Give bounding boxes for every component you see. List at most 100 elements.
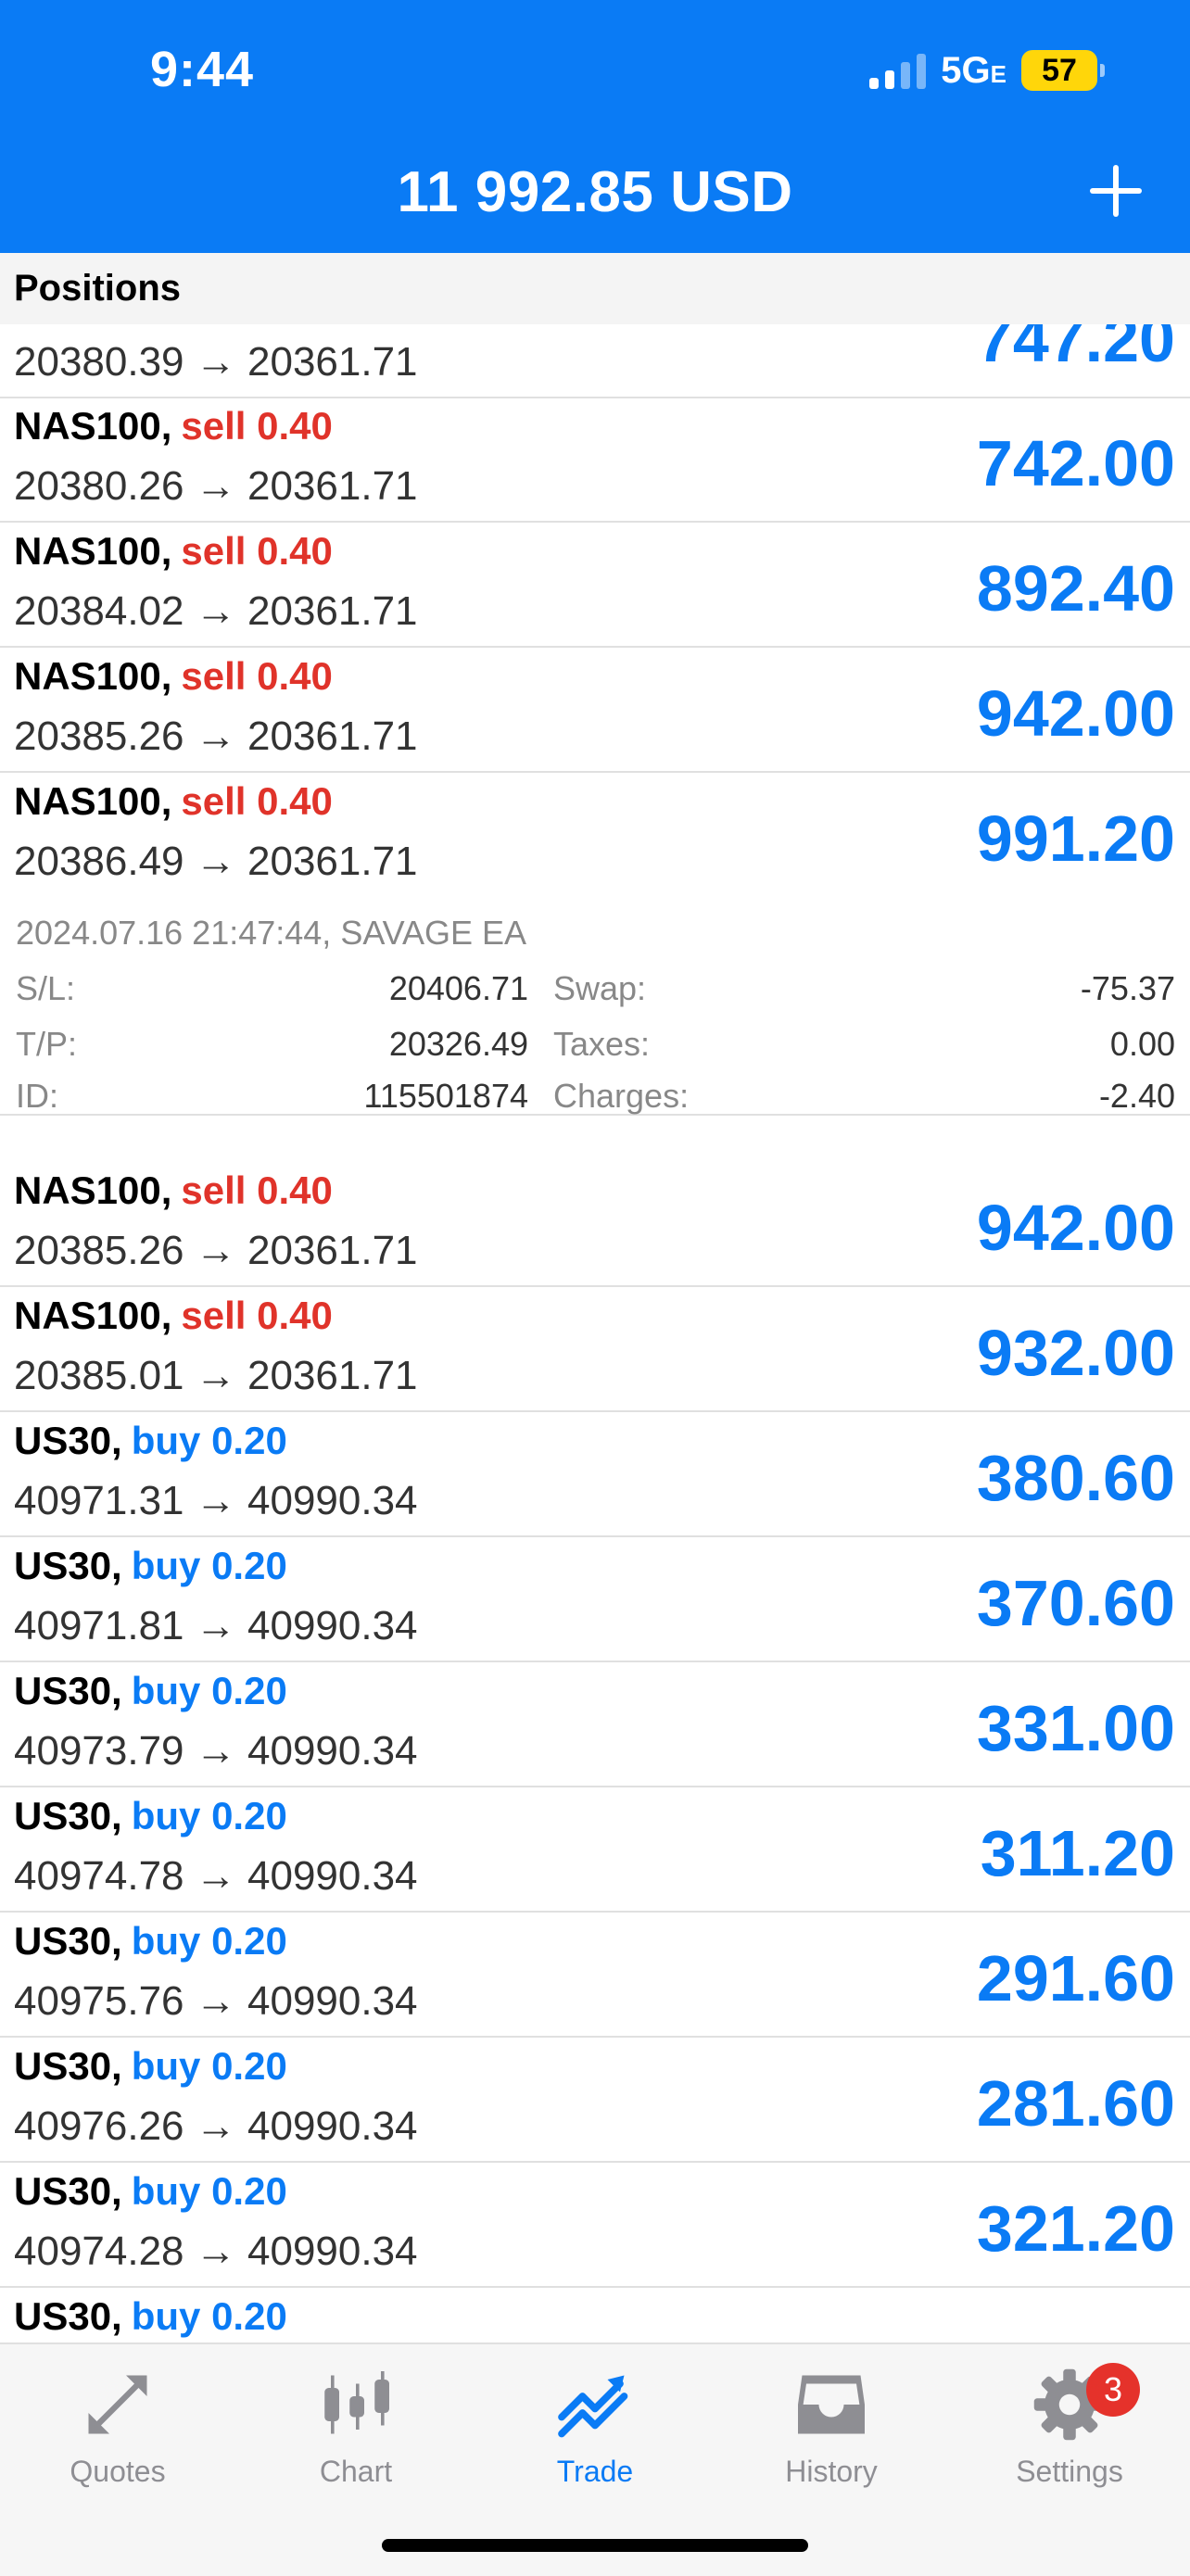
- sl-value: 20406.71: [388, 969, 528, 1007]
- position-prices: 20380.26 → 20361.71: [14, 463, 418, 509]
- position-details: 2024.07.16 21:47:44, SAVAGE EA S/L: 2040…: [0, 904, 1190, 1116]
- position-profit: 942.00: [976, 1192, 1175, 1264]
- position-prices: 20384.02 → 20361.71: [14, 588, 418, 634]
- new-order-button[interactable]: [1082, 158, 1147, 222]
- position-row[interactable]: US30, buy 0.20 40971.81 → 40990.34 370.60: [0, 1536, 1190, 1662]
- sl-label: S/L:: [16, 969, 76, 1007]
- id-value: 115501874: [363, 1077, 528, 1115]
- position-profit: 291.60: [976, 1942, 1175, 2014]
- battery-icon: 57: [1021, 50, 1105, 91]
- position-profit: 892.40: [976, 552, 1175, 625]
- position-row[interactable]: US30, buy 0.20 40975.76 → 40990.34 291.60: [0, 1912, 1190, 2038]
- position-profit: 321.20: [976, 2192, 1175, 2265]
- signal-icon: [869, 52, 927, 89]
- position-title: US30, buy 0.20: [14, 1669, 287, 1712]
- position-profit: 991.20: [976, 802, 1175, 875]
- quotes-icon: [88, 2375, 147, 2434]
- position-row[interactable]: US30, buy 0.20 40974.28 → 40990.34 321.20: [0, 2162, 1190, 2288]
- chart-candles-icon: [324, 2371, 389, 2434]
- position-title: US30, buy 0.20: [14, 2294, 287, 2338]
- position-row[interactable]: US30, buy 0.20 40973.79 → 40990.34 331.00: [0, 1661, 1190, 1787]
- position-profit: 932.00: [976, 1317, 1175, 1389]
- swap-label: Swap:: [553, 969, 647, 1007]
- position-row[interactable]: NAS100, sell 0.40 20385.26 → 20361.71 942…: [0, 1161, 1190, 1287]
- position-prices: 40971.31 → 40990.34: [14, 1478, 418, 1523]
- settings-badge: 3: [1086, 2363, 1140, 2417]
- position-profit: 747.20: [976, 324, 1175, 375]
- charges-value: -2.40: [1098, 1077, 1175, 1115]
- position-title: NAS100, sell 0.40: [14, 779, 333, 823]
- trade-icon: [558, 2375, 628, 2438]
- position-prices: 20385.26 → 20361.71: [14, 713, 418, 759]
- position-profit: 742.00: [976, 427, 1175, 499]
- swap-value: -75.37: [1080, 969, 1175, 1007]
- position-title: US30, buy 0.20: [14, 2044, 287, 2088]
- tab-label: Chart: [319, 2455, 393, 2488]
- position-row[interactable]: US30, buy 0.20 40976.26 → 40990.34 281.60: [0, 2037, 1190, 2163]
- status-time: 9:44: [150, 42, 255, 97]
- charges-label: Charges:: [553, 1077, 690, 1115]
- tp-label: T/P:: [16, 1025, 78, 1063]
- tab-label: Quotes: [70, 2455, 166, 2488]
- position-title: NAS100, sell 0.40: [14, 1168, 333, 1212]
- position-title: NAS100, sell 0.40: [14, 1294, 333, 1337]
- position-prices: 20385.26 → 20361.71: [14, 1228, 418, 1273]
- tab-bar: Quotes Chart Trade History Settings 3: [0, 2342, 1190, 2576]
- position-title: NAS100, sell 0.40: [14, 404, 333, 448]
- position-profit: 942.00: [976, 677, 1175, 750]
- position-title: US30, buy 0.20: [14, 1794, 287, 1837]
- position-row[interactable]: NAS100, sell 0.40 20384.02 → 20361.71 892…: [0, 522, 1190, 648]
- position-title: US30, buy 0.20: [14, 1544, 287, 1587]
- position-title: US30, buy 0.20: [14, 1419, 287, 1462]
- position-profit: 281.60: [976, 2067, 1175, 2140]
- position-prices: 40976.26 → 40990.34: [14, 2103, 418, 2149]
- taxes-value: 0.00: [1109, 1025, 1175, 1063]
- taxes-label: Taxes:: [553, 1025, 651, 1063]
- position-row[interactable]: US30, buy 0.20 40971.31 → 40990.34 380.60: [0, 1411, 1190, 1537]
- position-profit: 311.20: [980, 1817, 1175, 1889]
- position-prices: 40974.78 → 40990.34: [14, 1853, 418, 1899]
- tab-label: Trade: [556, 2455, 634, 2488]
- header: 9:44 5GE 57 11 992.85 USD: [0, 0, 1190, 253]
- status-indicators: 5GE 57: [869, 48, 1105, 93]
- position-open-time: 2024.07.16 21:47:44, SAVAGE EA: [16, 914, 527, 952]
- position-prices: 20380.39 → 20361.71: [14, 339, 418, 385]
- id-label: ID:: [16, 1077, 59, 1115]
- section-title: Positions: [14, 268, 182, 309]
- position-title: US30, buy 0.20: [14, 1919, 287, 1963]
- home-indicator[interactable]: [382, 2539, 808, 2552]
- tp-value: 20326.49: [388, 1025, 528, 1063]
- position-title: NAS100, sell 0.40: [14, 529, 333, 573]
- tab-trade[interactable]: Trade: [502, 2363, 688, 2502]
- position-title: US30, buy 0.20: [14, 2169, 287, 2213]
- position-row[interactable]: US30, buy 0.20 40974.78 → 40990.34 311.20: [0, 1787, 1190, 1913]
- battery-level: 57: [1042, 52, 1077, 88]
- tab-chart[interactable]: Chart: [263, 2363, 449, 2502]
- position-row[interactable]: NAS100, sell 0.40 20385.26 → 20361.71 942…: [0, 647, 1190, 773]
- position-profit: 380.60: [976, 1442, 1175, 1514]
- account-balance: 11 992.85 USD: [397, 160, 793, 224]
- history-inbox-icon: [798, 2375, 865, 2434]
- position-row[interactable]: NAS100, sell 0.40 20385.01 → 20361.71 932…: [0, 1286, 1190, 1412]
- position-prices: 40971.81 → 40990.34: [14, 1603, 418, 1648]
- positions-list[interactable]: 20380.39 → 20361.71 747.20 NAS100, sell 0…: [0, 324, 1190, 2342]
- tab-history[interactable]: History: [739, 2363, 924, 2502]
- tab-settings[interactable]: Settings 3: [977, 2363, 1162, 2502]
- position-row-expanded[interactable]: NAS100, sell 0.40 20386.49 → 20361.71 991…: [0, 772, 1190, 896]
- position-prices: 40975.76 → 40990.34: [14, 1978, 418, 2024]
- position-profit: 370.60: [976, 1567, 1175, 1639]
- position-prices: 40974.28 → 40990.34: [14, 2229, 418, 2274]
- network-type: 5GE: [941, 49, 1006, 91]
- position-prices: 20385.01 → 20361.71: [14, 1353, 418, 1398]
- tab-label: History: [785, 2455, 878, 2488]
- position-prices: 40973.79 → 40990.34: [14, 1728, 418, 1774]
- position-title: NAS100, sell 0.40: [14, 654, 333, 698]
- tab-quotes[interactable]: Quotes: [25, 2363, 210, 2502]
- tab-label: Settings: [1016, 2455, 1123, 2488]
- position-profit: 331.00: [976, 1692, 1175, 1764]
- position-prices: 20386.49 → 20361.71: [14, 839, 418, 884]
- position-row[interactable]: NAS100, sell 0.40 20380.26 → 20361.71 742…: [0, 397, 1190, 523]
- positions-section-header: Positions: [0, 253, 1190, 324]
- position-row[interactable]: 20380.39 → 20361.71 747.20: [0, 324, 1190, 398]
- position-row[interactable]: US30, buy 0.20: [0, 2287, 1190, 2342]
